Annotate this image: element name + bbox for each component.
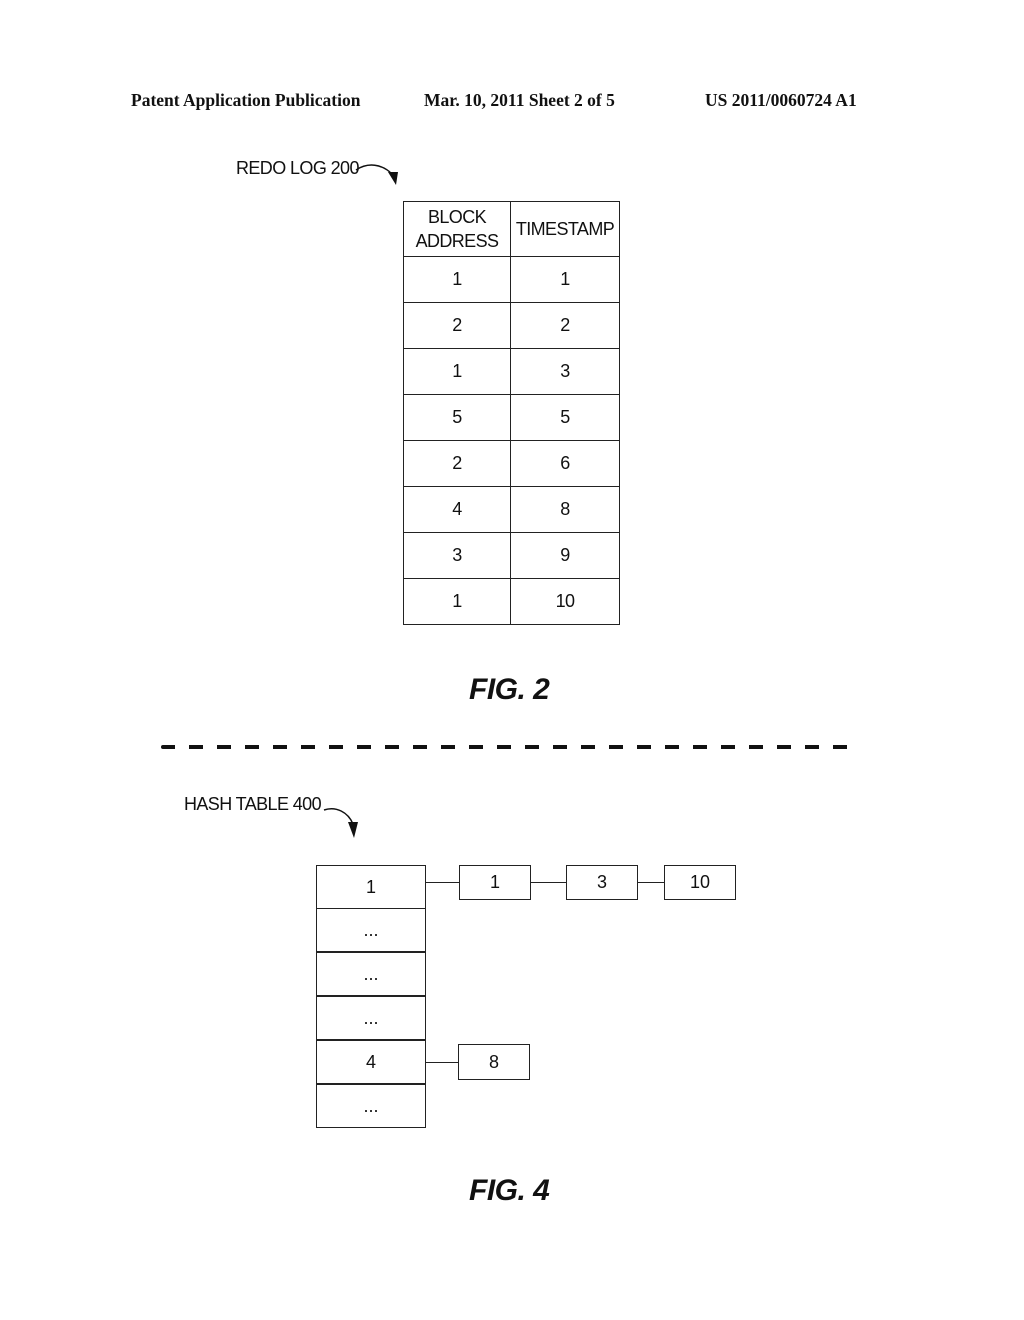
cell-timestamp: 2 — [510, 302, 620, 349]
hash-bucket: ... — [316, 1084, 426, 1128]
hash-bucket: 4 — [316, 1040, 426, 1084]
chain-link-line — [426, 1062, 458, 1063]
cell-timestamp: 8 — [510, 486, 620, 533]
cell-timestamp: 1 — [510, 256, 620, 303]
cell-block-address: 2 — [403, 302, 511, 349]
redo-log-arrow-icon — [355, 164, 398, 185]
column-header-block-address: BLOCK ADDRESS — [403, 201, 511, 257]
table-row: 1 10 — [403, 578, 620, 625]
fig4-caption: FIG. 4 — [469, 1174, 550, 1207]
redo-log-table: BLOCK ADDRESS TIMESTAMP 11 22 13 55 26 4… — [403, 201, 620, 625]
cell-block-address: 2 — [403, 440, 511, 487]
redo-log-label: REDO LOG 200 — [236, 158, 359, 178]
publication-type: Patent Application Publication — [131, 90, 361, 110]
hash-bucket: 1 — [316, 865, 426, 909]
chain-node: 10 — [664, 865, 736, 900]
chain-node: 1 — [459, 865, 531, 900]
chain-node: 8 — [458, 1044, 530, 1080]
fig2-caption: FIG. 2 — [469, 673, 550, 706]
redo-log-header-row: BLOCK ADDRESS TIMESTAMP — [403, 201, 620, 257]
chain-link-line — [426, 882, 459, 883]
publication-number: US 2011/0060724 A1 — [705, 90, 857, 110]
column-header-line: ADDRESS — [415, 231, 499, 251]
hash-bucket: ... — [316, 996, 426, 1040]
cell-timestamp: 9 — [510, 532, 620, 579]
table-row: 22 — [403, 302, 620, 349]
publication-date-sheet: Mar. 10, 2011 Sheet 2 of 5 — [424, 90, 615, 110]
chain-node: 3 — [566, 865, 638, 900]
column-header-line: BLOCK — [427, 207, 487, 227]
table-row: 55 — [403, 394, 620, 441]
cell-block-address: 3 — [403, 532, 511, 579]
cell-timestamp: 10 — [510, 578, 620, 625]
cell-block-address: 1 — [403, 256, 511, 303]
column-header-timestamp: TIMESTAMP — [510, 201, 620, 257]
cell-timestamp: 5 — [510, 394, 620, 441]
cell-block-address: 1 — [403, 348, 511, 395]
figure-divider — [161, 745, 849, 749]
table-row: 48 — [403, 486, 620, 533]
chain-link-line — [531, 882, 566, 883]
chain-link-line — [638, 882, 664, 883]
hash-bucket: ... — [316, 908, 426, 952]
hash-table-arrow-icon — [323, 808, 358, 838]
cell-timestamp: 3 — [510, 348, 620, 395]
table-row: 13 — [403, 348, 620, 395]
table-row: 11 — [403, 256, 620, 303]
cell-timestamp: 6 — [510, 440, 620, 487]
hash-bucket: ... — [316, 952, 426, 996]
cell-block-address: 4 — [403, 486, 511, 533]
table-row: 39 — [403, 532, 620, 579]
hash-table-label: HASH TABLE 400 — [184, 794, 322, 814]
cell-block-address: 5 — [403, 394, 511, 441]
table-row: 26 — [403, 440, 620, 487]
cell-block-address: 1 — [403, 578, 511, 625]
